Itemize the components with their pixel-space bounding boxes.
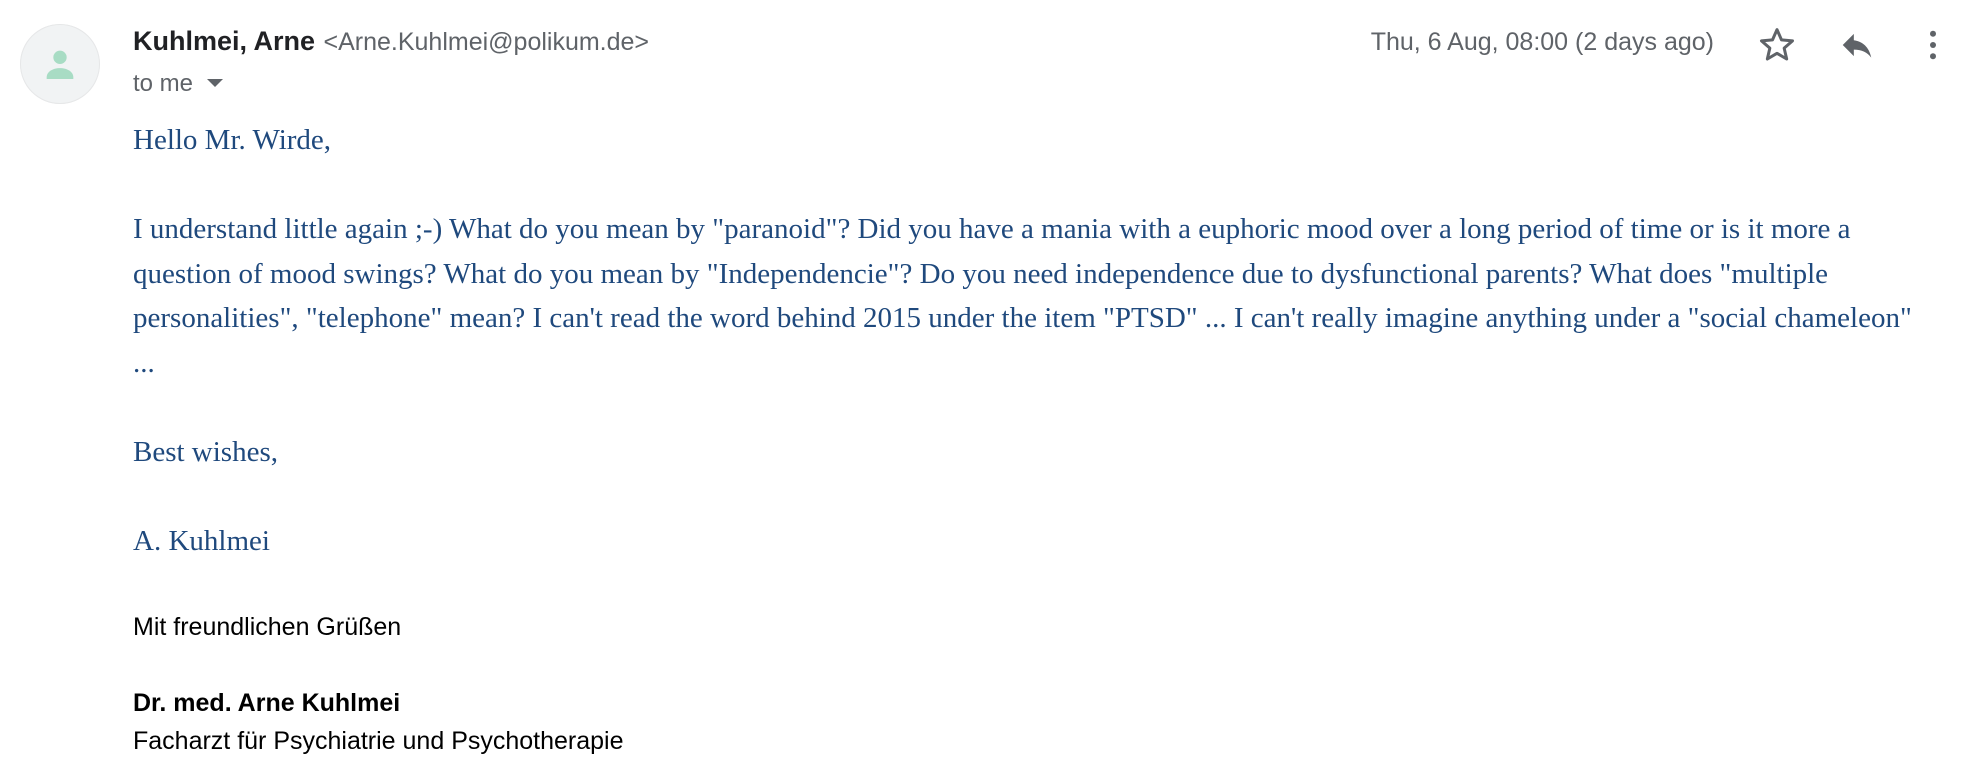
reply-icon bbox=[1842, 33, 1872, 58]
signature-title: Facharzt für Psychiatrie und Psychothera… bbox=[133, 727, 624, 755]
message-header: Kuhlmei, Arne <Arne.Kuhlmei@polikum.de> bbox=[133, 26, 649, 57]
star-button[interactable] bbox=[1752, 20, 1802, 70]
star-outline-icon bbox=[1760, 28, 1794, 61]
signature-name: Dr. med. Arne Kuhlmei bbox=[133, 689, 401, 717]
more-vert-icon bbox=[1930, 30, 1936, 60]
email-signature: Mit freundlichen Grüßen Dr. med. Arne Ku… bbox=[133, 608, 624, 760]
recipient-details-toggle[interactable]: to me bbox=[133, 70, 224, 98]
more-options-button[interactable] bbox=[1908, 20, 1958, 70]
sender-email[interactable]: <Arne.Kuhlmei@polikum.de> bbox=[323, 28, 649, 56]
sender-name[interactable]: Kuhlmei, Arne bbox=[133, 26, 315, 56]
signature-greeting: Mit freundlichen Grüßen bbox=[133, 613, 402, 641]
body-signoff: A. Kuhlmei bbox=[133, 524, 270, 557]
body-greeting: Hello Mr. Wirde, bbox=[133, 124, 332, 156]
message-body: Hello Mr. Wirde, I understand little aga… bbox=[133, 118, 1933, 563]
person-icon bbox=[46, 50, 74, 79]
body-paragraph: I understand little again ;-) What do yo… bbox=[133, 213, 1912, 379]
body-closing: Best wishes, bbox=[133, 435, 278, 468]
sender-avatar[interactable] bbox=[20, 24, 100, 104]
message-date: Thu, 6 Aug, 08:00 (2 days ago) bbox=[1370, 28, 1714, 56]
recipient-label: to me bbox=[133, 70, 194, 97]
caret-down-icon bbox=[207, 78, 224, 87]
reply-button[interactable] bbox=[1832, 20, 1882, 70]
